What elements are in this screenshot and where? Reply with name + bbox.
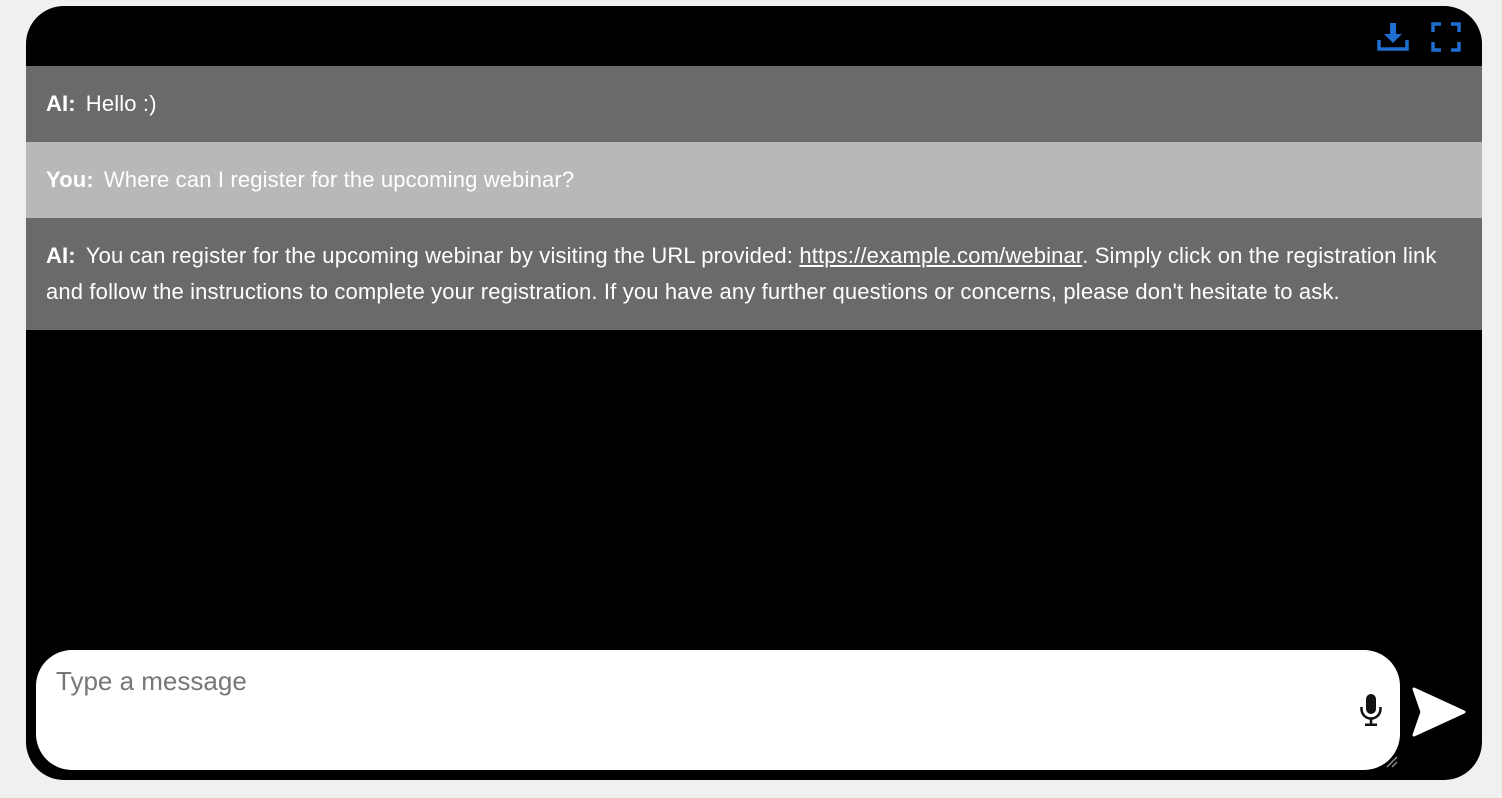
chat-window: AI: Hello :) You: Where can I register for… bbox=[26, 6, 1482, 780]
message-list: AI: Hello :) You: Where can I register for… bbox=[26, 66, 1482, 330]
message-text: Where can I register for the upcoming we… bbox=[103, 167, 575, 192]
microphone-icon bbox=[1360, 694, 1382, 726]
fullscreen-icon bbox=[1431, 22, 1461, 52]
message-text-before-link: You can register for the upcoming webina… bbox=[85, 243, 800, 268]
webinar-link[interactable]: https://example.com/webinar bbox=[799, 243, 1082, 268]
microphone-button[interactable] bbox=[1356, 692, 1386, 728]
fullscreen-button[interactable] bbox=[1429, 20, 1463, 54]
message-text: Hello :) bbox=[85, 91, 157, 116]
send-button[interactable] bbox=[1408, 682, 1468, 742]
chat-header bbox=[26, 6, 1482, 66]
message-ai: AI: Hello :) bbox=[26, 66, 1482, 142]
download-button[interactable] bbox=[1376, 20, 1410, 54]
message-user: You: Where can I register for the upcomin… bbox=[26, 142, 1482, 218]
message-sender: AI: bbox=[46, 243, 76, 268]
message-sender: AI: bbox=[46, 91, 76, 116]
message-composer bbox=[36, 650, 1400, 776]
download-icon bbox=[1377, 23, 1409, 51]
message-ai: AI: You can register for the upcoming web… bbox=[26, 218, 1482, 330]
send-icon bbox=[1412, 687, 1466, 737]
message-sender: You: bbox=[46, 167, 94, 192]
resize-grip-icon[interactable] bbox=[1384, 754, 1398, 768]
message-input[interactable] bbox=[36, 650, 1356, 776]
